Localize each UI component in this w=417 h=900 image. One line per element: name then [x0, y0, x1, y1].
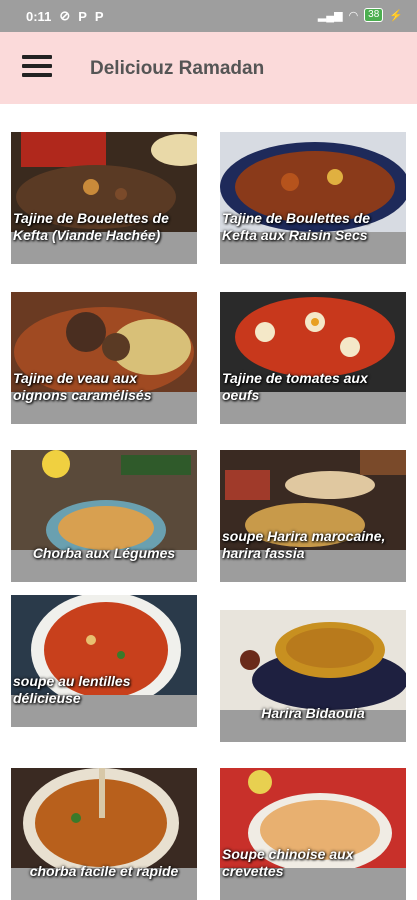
recipe-image: [220, 610, 406, 710]
status-left: 0:11 ⊘ P P: [26, 8, 104, 24]
battery-icon: 38: [364, 8, 384, 22]
recipe-title: soupe Harira marocaine, harira fassia: [222, 528, 386, 561]
hamburger-menu-icon[interactable]: [22, 55, 52, 81]
recipe-image: [11, 450, 197, 550]
recipe-card[interactable]: Chorba aux Légumes: [11, 450, 197, 582]
recipe-title: Tajine de Bouelettes de Kefta (Viande Ha…: [13, 210, 169, 243]
signal-icon: ▂▄▆: [317, 9, 343, 22]
recipe-card[interactable]: Tajine de tomates aux oeufs: [220, 292, 406, 424]
recipe-card[interactable]: Soupe chinoise aux crevettes: [220, 768, 406, 900]
recipe-title: Chorba aux Légumes: [32, 545, 176, 561]
recipe-image: [11, 768, 197, 868]
recipe-title: soupe au lentilles délicieuse: [13, 673, 131, 706]
page-title: Deliciouz Ramadan: [90, 58, 265, 79]
recipe-title: Soupe chinoise aux crevettes: [222, 846, 354, 879]
clock-icon: ⊘: [59, 8, 71, 23]
recipe-card[interactable]: soupe Harira marocaine, harira fassia: [220, 450, 406, 582]
recipe-card[interactable]: Tajine de Boulettes de Kefta aux Raisin …: [220, 132, 406, 264]
p-icon: P: [94, 8, 104, 24]
recipe-card[interactable]: soupe au lentilles délicieuse: [11, 595, 197, 727]
status-right: ▂▄▆ ◠ 38 ⚡: [318, 8, 403, 22]
p-icon: P: [78, 8, 87, 24]
status-bar: 0:11 ⊘ P P ▂▄▆ ◠ 38 ⚡: [0, 0, 417, 32]
recipe-title: Tajine de Boulettes de Kefta aux Raisin …: [222, 210, 371, 243]
charging-icon: ⚡: [389, 9, 403, 22]
status-time: 0:11: [26, 8, 52, 24]
recipe-title: Tajine de veau aux oignons caramélisés: [13, 370, 152, 403]
recipe-title: chorba facile et rapide: [29, 863, 179, 879]
recipe-card[interactable]: Tajine de Bouelettes de Kefta (Viande Ha…: [11, 132, 197, 264]
recipe-card[interactable]: chorba facile et rapide: [11, 768, 197, 900]
recipe-title: Tajine de tomates aux oeufs: [222, 370, 368, 403]
recipe-title: Harira Bidaouia: [261, 705, 365, 721]
recipe-card[interactable]: Harira Bidaouia: [220, 610, 406, 742]
app-bar: Deliciouz Ramadan: [0, 32, 417, 104]
recipe-card[interactable]: Tajine de veau aux oignons caramélisés: [11, 292, 197, 424]
wifi-icon: ◠: [348, 9, 359, 22]
